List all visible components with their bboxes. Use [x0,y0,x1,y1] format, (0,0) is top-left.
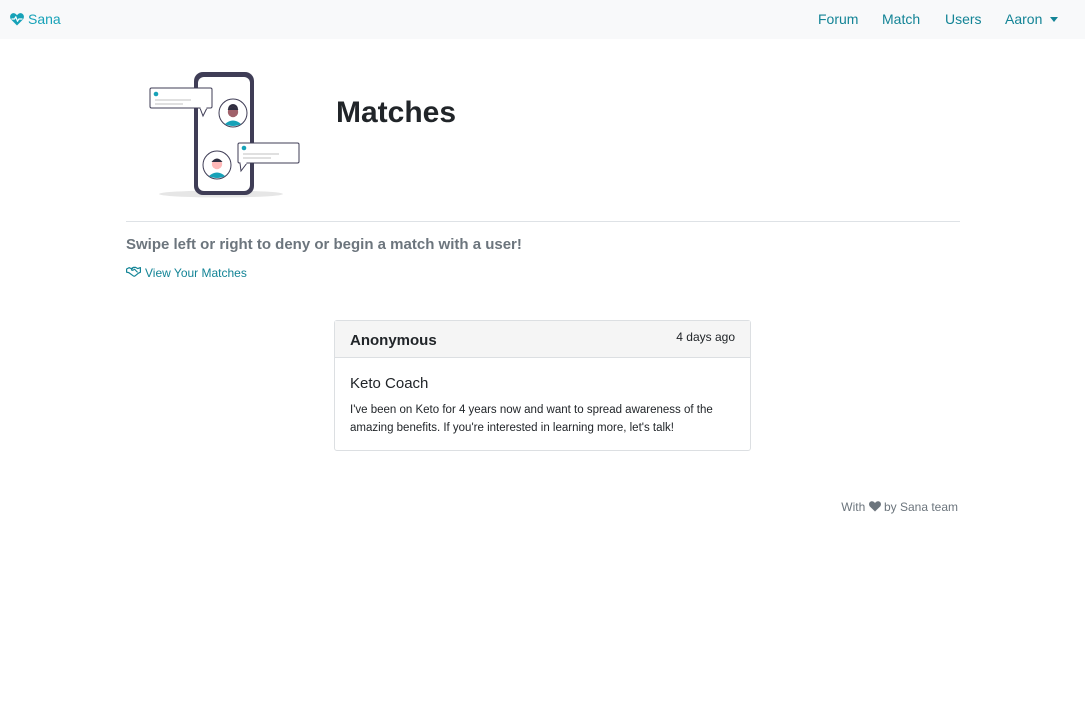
match-card[interactable]: Anonymous 4 days ago Keto Coach I've bee… [334,320,751,451]
brand-link[interactable]: Sana [10,11,61,27]
card-timestamp: 4 days ago [676,330,735,344]
user-menu-label: Aaron [1005,11,1043,27]
nav-users[interactable]: Users [945,11,982,27]
footer: With by Sana team [760,500,958,514]
nav-forum[interactable]: Forum [818,11,858,27]
chat-phone-illustration [145,68,305,205]
view-matches-label: View Your Matches [145,266,247,280]
card-text: I've been on Keto for 4 years now and wa… [350,404,713,434]
brand-name: Sana [28,11,61,27]
navbar: Sana Forum Match Users Aaron [0,0,1085,39]
card-header: Anonymous 4 days ago [335,321,750,358]
heart-icon [868,500,884,514]
divider [126,221,960,222]
footer-prefix: With [841,500,866,514]
user-menu-dropdown[interactable]: Aaron [1005,11,1059,27]
card-author: Anonymous [350,332,437,349]
handshake-icon [126,266,141,280]
nav-match[interactable]: Match [882,11,920,27]
footer-suffix: by Sana team [883,500,958,514]
chevron-down-icon [1050,17,1059,22]
heartbeat-icon [10,12,24,26]
page-title: Matches [336,96,457,129]
instructions-text: Swipe left or right to deny or begin a m… [126,236,522,253]
card-title: Keto Coach [350,375,429,392]
view-matches-link[interactable]: View Your Matches [126,266,247,280]
